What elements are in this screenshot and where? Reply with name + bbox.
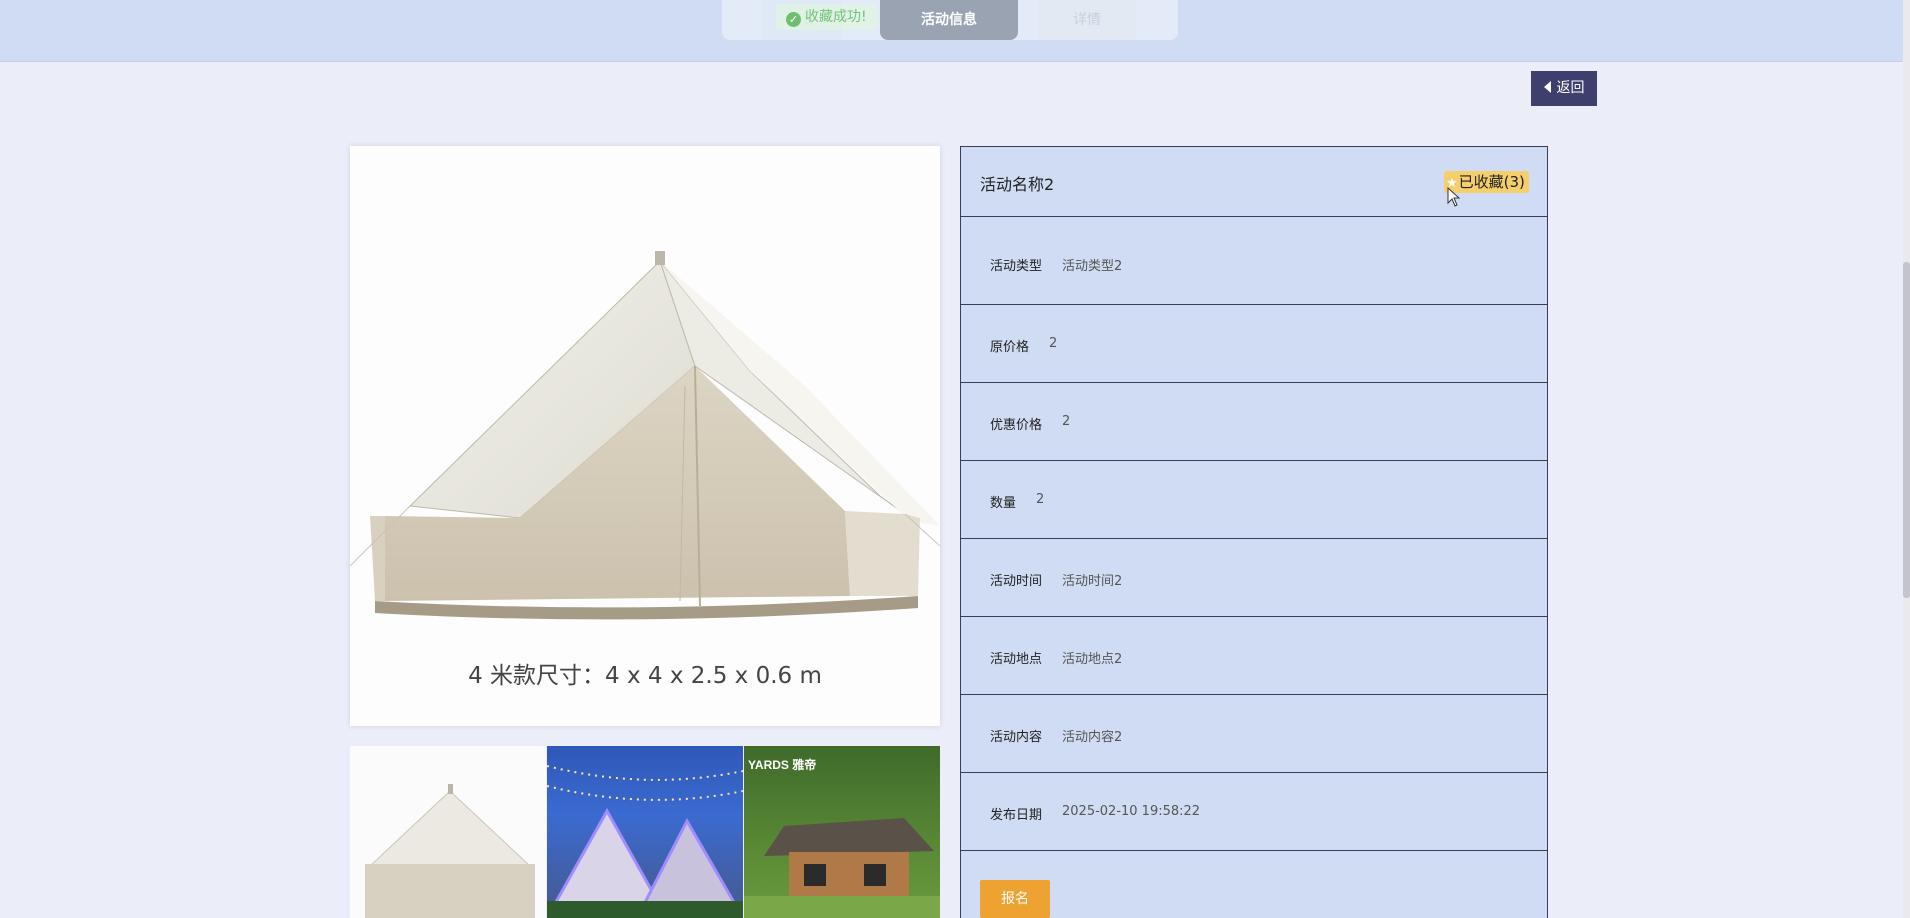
field-label: 活动内容	[990, 730, 1043, 745]
back-button-label: 返回	[1556, 80, 1585, 96]
field-label: 原价格	[990, 340, 1030, 355]
tab-detail[interactable]: 详情	[1038, 0, 1136, 40]
field-label: 活动地点	[990, 652, 1043, 667]
field-label: 活动类型	[990, 259, 1043, 274]
field-row-discount-price: 优惠价格 2	[961, 383, 1547, 461]
image-caption: 4 米款尺寸：4 x 4 x 2.5 x 0.6 m	[468, 663, 822, 689]
caret-left-icon	[1543, 81, 1551, 93]
field-row-original-price: 原价格 2	[961, 305, 1547, 383]
title-row: 活动名称2 ★已收藏(3)	[961, 147, 1547, 217]
success-toast: ✓ 收藏成功!	[776, 4, 877, 30]
field-value: 活动内容2	[1062, 730, 1123, 745]
field-label: 活动时间	[990, 574, 1043, 589]
activity-name: 活动名称2	[980, 175, 1055, 194]
field-value: 活动类型2	[1062, 259, 1123, 274]
tab-activity-info[interactable]: 活动信息	[880, 0, 1018, 40]
thumbnail-2[interactable]	[547, 746, 743, 918]
glamping-night-thumbnail	[547, 765, 743, 918]
thumbnail-3[interactable]: YARDS 雅帝	[744, 746, 940, 918]
field-value: 2025-02-10 19:58:22	[1062, 804, 1201, 819]
signup-button[interactable]: 报名	[980, 880, 1050, 918]
main-product-image: 4 米款尺寸：4 x 4 x 2.5 x 0.6 m	[350, 146, 940, 726]
top-nav-bar: 首页 活动信息 详情 ✓收藏成功!	[0, 0, 1903, 62]
field-row-time: 活动时间 活动时间2	[961, 539, 1547, 617]
field-row-content: 活动内容 活动内容2	[961, 695, 1547, 773]
field-value: 2	[1062, 414, 1071, 429]
activity-info-panel: 活动名称2 ★已收藏(3) 活动类型 活动类型2 原价格 2 优惠价格 2 数量…	[960, 146, 1548, 918]
bell-tent-image	[350, 251, 940, 620]
field-label: 数量	[990, 496, 1017, 511]
thumbnail-1[interactable]	[350, 746, 546, 918]
check-circle-icon: ✓	[786, 12, 801, 27]
field-label: 发布日期	[990, 808, 1043, 823]
thumbnail-strip: YARDS 雅帝	[350, 746, 940, 918]
field-value: 2	[1036, 492, 1045, 507]
field-row-type: 活动类型 活动类型2	[961, 217, 1547, 305]
tent-thumbnail	[365, 784, 535, 918]
field-row-quantity: 数量 2	[961, 461, 1547, 539]
field-row-location: 活动地点 活动地点2	[961, 617, 1547, 695]
toast-text: 收藏成功!	[805, 9, 867, 25]
favorite-label: 已收藏(3)	[1458, 173, 1525, 191]
scrollbar-track[interactable]	[1903, 0, 1910, 918]
mouse-cursor-icon	[1447, 187, 1461, 207]
back-button[interactable]: 返回	[1531, 71, 1597, 106]
scrollbar-thumb[interactable]	[1903, 262, 1910, 598]
field-row-publish-date: 发布日期 2025-02-10 19:58:22	[961, 773, 1547, 851]
field-value: 活动时间2	[1062, 574, 1123, 589]
field-value: 2	[1049, 336, 1058, 351]
field-label: 优惠价格	[990, 418, 1043, 433]
brand-logo-text: YARDS 雅帝	[748, 758, 817, 772]
field-value: 活动地点2	[1062, 652, 1123, 667]
